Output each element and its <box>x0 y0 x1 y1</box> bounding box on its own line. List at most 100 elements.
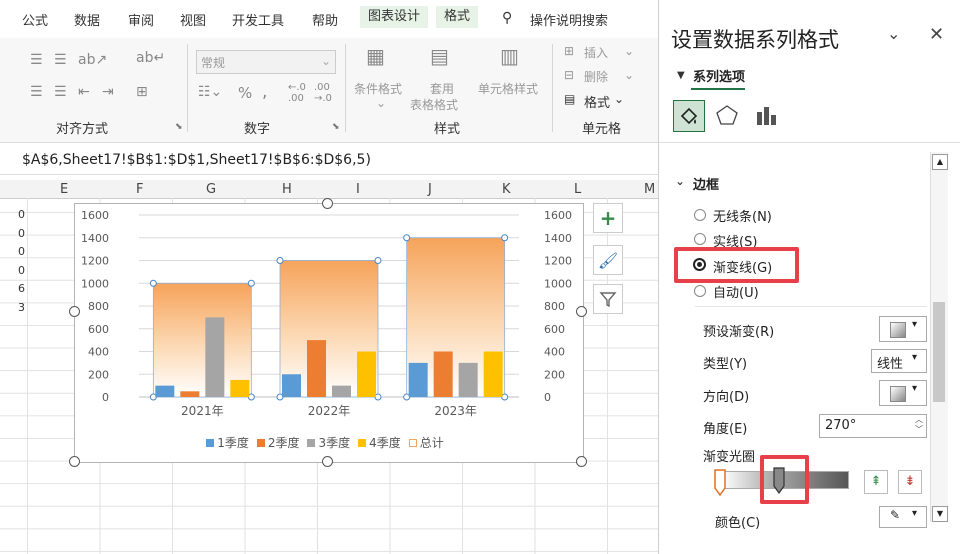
column-header[interactable]: H <box>282 182 292 197</box>
bar-selection-handle <box>247 279 255 287</box>
column-header[interactable]: F <box>136 182 143 197</box>
tab-formulas[interactable]: 公式 <box>22 10 48 29</box>
column-header[interactable]: I <box>356 182 360 197</box>
tab-chart-design[interactable]: 图表设计 <box>360 6 429 28</box>
increase-decimal-icon[interactable]: ←.0.00 <box>288 82 306 104</box>
increase-indent-icon[interactable]: ⇥ <box>102 84 114 100</box>
ribbon-body: ☰ ☰ ab↗ ab↵ ☰ ☰ ⇤ ⇥ ⊞ 对齐方式 ⬊ 常规 ⌄ ☷⌄ % ,… <box>0 38 660 143</box>
automatic-label[interactable]: 自动(U) <box>713 282 759 301</box>
percent-icon[interactable]: % <box>238 84 252 102</box>
resize-handle[interactable] <box>322 198 333 209</box>
align-middle-icon[interactable]: ☰ <box>54 52 67 68</box>
scroll-down-icon[interactable]: ▼ <box>932 506 948 522</box>
wrap-text-icon[interactable]: ab↵ <box>136 50 165 66</box>
tab-data[interactable]: 数据 <box>74 10 100 29</box>
spinner-arrows-icon[interactable]: ︿ ﹀ <box>915 415 923 435</box>
align-center-icon[interactable]: ☰ <box>54 84 67 100</box>
column-header[interactable]: E <box>60 182 68 197</box>
format-as-table-button-2[interactable]: 表格格式 <box>410 96 458 113</box>
angle-spinner[interactable]: 270° ︿ ﹀ <box>819 414 927 438</box>
align-top-icon[interactable]: ☰ <box>30 52 43 68</box>
formula-bar[interactable]: $A$6,Sheet17!$B$1:$D$1,Sheet17!$B$6:$D$6… <box>0 148 660 175</box>
scroll-up-icon[interactable]: ▲ <box>932 154 948 170</box>
tell-me-search[interactable]: 操作说明搜索 <box>530 10 608 29</box>
resize-handle[interactable] <box>322 456 333 467</box>
dialog-launcher-icon[interactable]: ⬊ <box>332 122 340 132</box>
delete-icon: ⊟ <box>564 68 575 82</box>
dialog-launcher-icon[interactable]: ⬊ <box>175 122 183 132</box>
cell-fragment: 3 <box>18 300 25 314</box>
format-as-table-icon[interactable]: ▤ <box>430 44 449 68</box>
gradient-stop-marker[interactable] <box>713 468 727 498</box>
decrease-indent-icon[interactable]: ⇤ <box>78 84 90 100</box>
tab-review[interactable]: 审阅 <box>128 10 154 29</box>
tab-view[interactable]: 视图 <box>180 10 206 29</box>
delete-button[interactable]: 删除 <box>584 68 608 85</box>
chart-plot[interactable]: 0 0 200 200 400 400 600 600 800 800 1000 1000 1200 12… <box>75 204 583 462</box>
radio-no-line[interactable] <box>694 209 706 221</box>
orientation-icon[interactable]: ab↗ <box>78 52 107 68</box>
format-button[interactable]: 格式 <box>584 92 610 111</box>
effects-pentagon-icon[interactable] <box>715 104 739 126</box>
border-section-header[interactable]: 边框 <box>693 174 719 193</box>
radio-automatic[interactable] <box>694 285 706 297</box>
resize-handle[interactable] <box>69 456 80 467</box>
chart-elements-button[interactable]: + <box>593 203 623 233</box>
column-header[interactable]: K <box>502 182 511 197</box>
formula-text[interactable]: $A$6,Sheet17!$B$1:$D$1,Sheet17!$B$6:$D$6… <box>22 152 371 168</box>
column-header[interactable]: J <box>428 182 432 197</box>
color-dropdown[interactable]: ✎ ▾ <box>879 506 927 528</box>
currency-icon[interactable]: ☷⌄ <box>198 84 222 100</box>
number-format-value: 常规 <box>201 56 226 70</box>
legend-item[interactable]: 1季度 <box>206 436 249 450</box>
chart-legend[interactable]: 1季度 2季度 3季度 4季度 总计 <box>75 434 583 451</box>
radio-solid-line[interactable] <box>694 233 706 245</box>
bar-3季度 <box>205 317 225 397</box>
angle-value[interactable]: 270° <box>825 418 856 433</box>
preset-gradient-dropdown[interactable]: ▾ <box>879 316 927 342</box>
tab-format[interactable]: 格式 <box>436 6 479 28</box>
resize-handle[interactable] <box>69 306 80 317</box>
comma-style-icon[interactable]: , <box>262 82 267 102</box>
scroll-thumb[interactable] <box>933 302 945 402</box>
resize-handle[interactable] <box>576 456 587 467</box>
series-options-tab[interactable]: 系列选项 <box>693 66 745 85</box>
number-format-select[interactable]: 常规 ⌄ <box>196 50 336 74</box>
direction-dropdown[interactable]: ▾ <box>879 380 927 406</box>
pane-scrollbar[interactable]: ▲ ▼ <box>930 152 948 522</box>
legend-item[interactable]: 总计 <box>408 436 444 450</box>
insert-button[interactable]: 插入 <box>584 44 608 61</box>
remove-gradient-stop-button[interactable]: ⇟ <box>898 470 922 494</box>
conditional-format-button[interactable]: 条件格式 <box>354 80 402 97</box>
chart-styles-button[interactable]: 🖌 <box>593 245 623 275</box>
resize-handle[interactable] <box>576 306 587 317</box>
cell-styles-button[interactable]: 单元格样式 <box>478 80 538 97</box>
fill-line-tab[interactable] <box>673 100 705 132</box>
cell-fragment: 0 <box>18 263 25 277</box>
legend-item[interactable]: 3季度 <box>307 436 350 450</box>
column-header[interactable]: M <box>644 182 655 197</box>
chart-area[interactable]: 0 0 200 200 400 400 600 600 800 800 1000 1000 1200 12… <box>74 203 584 463</box>
chevron-down-icon[interactable]: ⌄ <box>887 24 900 43</box>
tab-developer[interactable]: 开发工具 <box>232 10 284 29</box>
cell-styles-icon[interactable]: ▥ <box>500 44 519 68</box>
legend-item[interactable]: 2季度 <box>256 436 299 450</box>
close-icon[interactable]: ✕ <box>929 24 944 45</box>
format-as-table-button-1[interactable]: 套用 <box>430 80 454 97</box>
add-gradient-stop-button[interactable]: ⇞ <box>864 470 888 494</box>
align-left-icon[interactable]: ☰ <box>30 84 43 100</box>
decrease-decimal-icon[interactable]: .00 →.0 <box>314 82 332 104</box>
column-header[interactable]: L <box>574 182 581 197</box>
tab-help[interactable]: 帮助 <box>312 10 338 29</box>
bar-chart-icon[interactable] <box>755 104 777 126</box>
no-line-label[interactable]: 无线条(N) <box>713 206 772 225</box>
legend-item[interactable]: 4季度 <box>358 436 401 450</box>
legend-swatch <box>256 439 265 447</box>
type-dropdown[interactable]: 线性 ▾ <box>871 349 927 373</box>
column-header[interactable]: G <box>206 182 216 197</box>
legend-label: 总计 <box>419 436 444 450</box>
conditional-format-icon[interactable]: ▦ <box>366 44 385 68</box>
merge-cells-icon[interactable]: ⊞ <box>136 84 148 100</box>
bar-4季度 <box>357 351 376 397</box>
chart-filters-button[interactable] <box>593 284 623 314</box>
